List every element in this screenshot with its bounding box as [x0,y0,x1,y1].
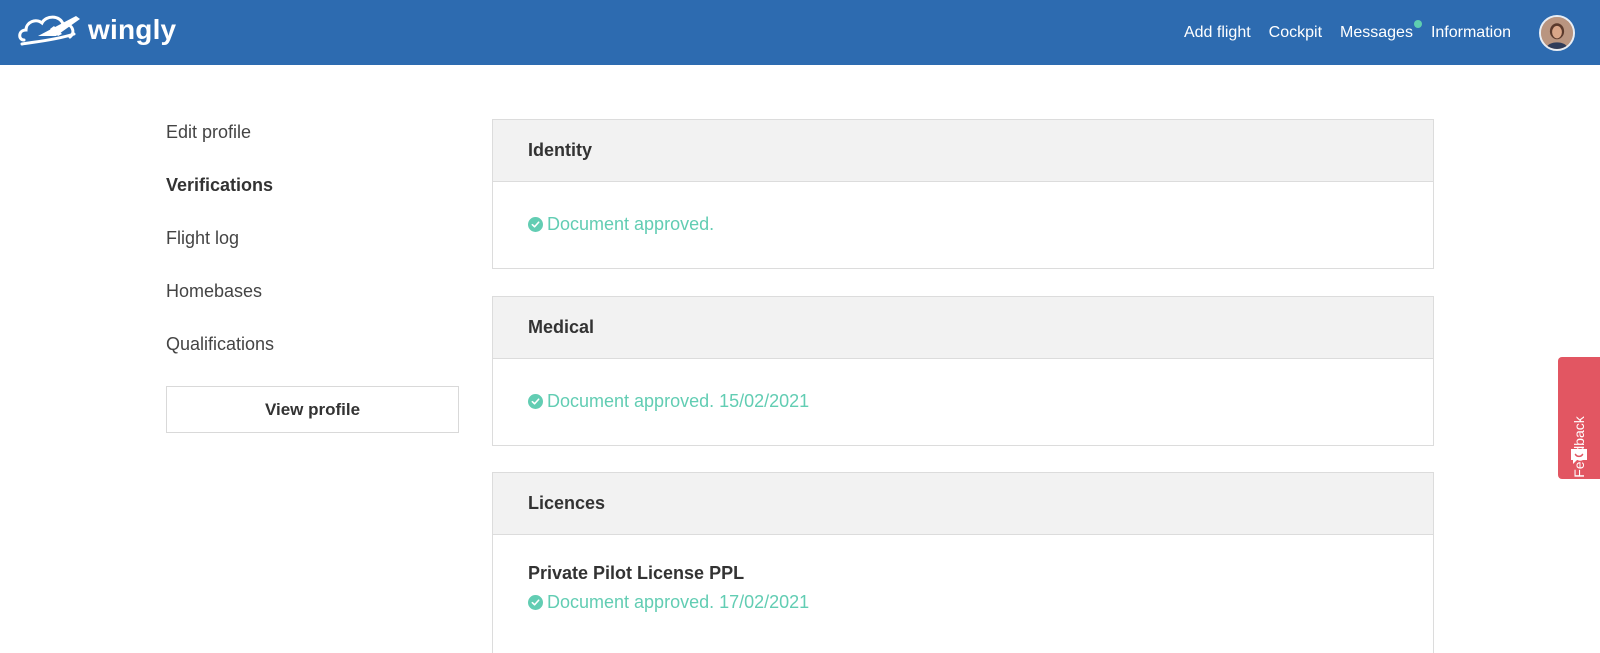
brand-name: wingly [88,14,177,45]
medical-status: Document approved. 15/02/2021 [528,391,1433,412]
user-avatar-icon [1541,16,1573,49]
sidebar-item-flight-log[interactable]: Flight log [166,224,460,277]
identity-card: Identity Document approved. [492,119,1434,269]
identity-status: Document approved. [528,214,1433,235]
wingly-plane-cloud-icon [18,15,80,46]
licence-status-text: Document approved. 17/02/2021 [547,592,810,612]
nav-messages[interactable]: Messages [1340,19,1422,42]
settings-sidebar: Edit profile Verifications Flight log Ho… [166,118,460,433]
licences-card: Licences Private Pilot License PPL Docum… [492,472,1434,653]
medical-card-title: Medical [493,297,1433,359]
licence-name: Private Pilot License PPL [528,563,745,583]
check-circle-icon [528,394,543,409]
chat-smile-icon [1571,449,1587,464]
identity-status-text: Document approved. [547,214,715,234]
sidebar-item-verifications[interactable]: Verifications [166,171,460,224]
view-profile-button[interactable]: View profile [166,386,459,433]
main-nav: Add flight Cockpit Messages Information [1184,0,1600,65]
sidebar-item-homebases[interactable]: Homebases [166,277,460,330]
nav-cockpit[interactable]: Cockpit [1269,24,1322,42]
sidebar-item-qualifications[interactable]: Qualifications [166,330,460,383]
medical-status-text: Document approved. 15/02/2021 [547,391,810,411]
sidebar-item-edit-profile[interactable]: Edit profile [166,118,460,171]
check-circle-icon [528,217,543,232]
avatar[interactable] [1539,14,1575,51]
top-navigation-bar: wingly Add flight Cockpit Messages Infor… [0,0,1600,65]
feedback-tab[interactable]: Feedback [1558,357,1600,479]
brand-logo[interactable]: wingly [16,10,176,50]
check-circle-icon [528,595,543,610]
medical-card: Medical Document approved. 15/02/2021 [492,296,1434,446]
nav-information[interactable]: Information [1431,24,1511,42]
identity-card-title: Identity [493,120,1433,182]
licences-card-title: Licences [493,473,1433,535]
nav-add-flight[interactable]: Add flight [1184,24,1251,42]
notification-dot [1413,19,1422,28]
licence-status: Document approved. 17/02/2021 [528,592,1433,613]
nav-messages-label: Messages [1340,23,1413,41]
